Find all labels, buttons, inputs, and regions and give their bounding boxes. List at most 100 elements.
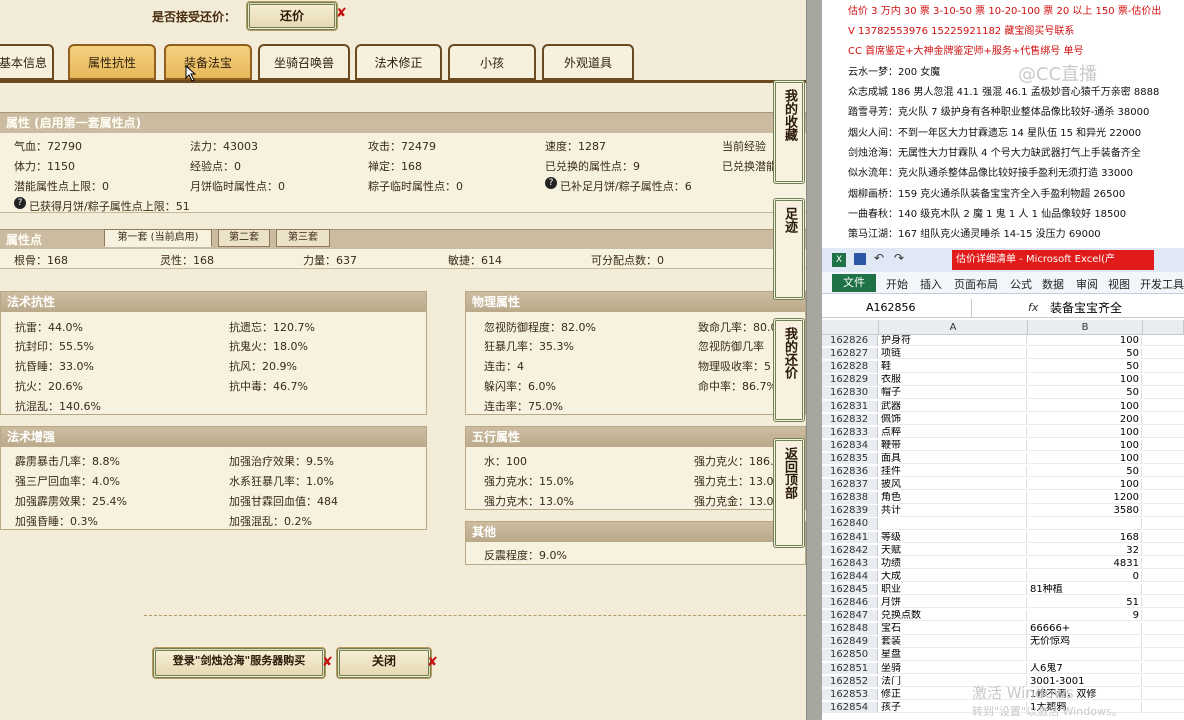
cell-c[interactable] [1143, 518, 1184, 530]
point-set-2-tab[interactable]: 第二套 [218, 229, 270, 247]
cell-a[interactable]: 鞭带 [879, 439, 1027, 452]
my-counter-offer-button[interactable]: 我的还价 [773, 318, 805, 422]
close-x-icon[interactable]: ✘ [322, 655, 333, 670]
row-number[interactable]: 162831 [822, 400, 878, 412]
table-row[interactable]: 162841 等级 168 [822, 531, 1184, 543]
cell-b[interactable]: 100 [1028, 479, 1142, 491]
row-number[interactable]: 162851 [822, 662, 878, 674]
cell-b[interactable]: 50 [1028, 361, 1142, 373]
cell-b[interactable]: 100 [1028, 452, 1142, 465]
cell-c[interactable] [1143, 387, 1184, 399]
cell-b[interactable]: 81种植 [1028, 583, 1142, 596]
cell-b[interactable]: 0 [1028, 570, 1142, 583]
cell-c[interactable] [1143, 571, 1184, 583]
cell-c[interactable] [1143, 649, 1184, 661]
cell-a[interactable]: 披风 [879, 479, 1027, 491]
tab-mount-summon[interactable]: 坐骑召唤兽 [258, 44, 350, 80]
row-number[interactable]: 162826 [822, 335, 878, 347]
formula-input[interactable]: 装备宝宝齐全 [1050, 299, 1184, 317]
point-set-3-tab[interactable]: 第三套 [276, 229, 330, 247]
cell-b[interactable]: 200 [1028, 413, 1142, 425]
counter-offer-button[interactable]: 还价 [247, 2, 337, 30]
spreadsheet-grid[interactable]: 162826 护身符 100 162827 项链 50 162828 鞋 50 162829 衣服 1… [822, 335, 1184, 720]
table-row[interactable]: 162830 帽子 50 [822, 387, 1184, 399]
cell-c[interactable] [1143, 348, 1184, 360]
cell-a[interactable]: 功绩 [879, 557, 1027, 570]
row-number[interactable]: 162846 [822, 597, 878, 609]
menu-formulas[interactable]: 公式 [1010, 276, 1032, 292]
cell-a[interactable]: 兑换点数 [879, 610, 1027, 622]
table-row[interactable]: 162837 披风 100 [822, 479, 1184, 491]
row-number[interactable]: 162842 [822, 544, 878, 556]
table-row[interactable]: 162836 挂件 50 [822, 466, 1184, 478]
row-number[interactable]: 162847 [822, 610, 878, 622]
row-number[interactable]: 162828 [822, 361, 878, 373]
row-number[interactable]: 162850 [822, 649, 878, 661]
table-row[interactable]: 162832 佩饰 200 [822, 413, 1184, 425]
cell-b[interactable]: 100 [1028, 374, 1142, 386]
cell-a[interactable]: 项链 [879, 348, 1027, 360]
my-favorites-button[interactable]: 我的收藏 [773, 80, 805, 184]
table-row[interactable]: 162845 职业 81种植 [822, 583, 1184, 596]
cell-c[interactable] [1143, 676, 1184, 687]
table-row[interactable]: 162827 项链 50 [822, 348, 1184, 360]
menu-insert[interactable]: 插入 [920, 276, 942, 292]
cell-b[interactable]: 51 [1028, 597, 1142, 609]
row-number[interactable]: 162827 [822, 348, 878, 360]
cell-a[interactable]: 鞋 [879, 361, 1027, 373]
menu-developer[interactable]: 开发工具 [1140, 276, 1184, 292]
tab-equipment[interactable]: 装备法宝 [164, 44, 252, 80]
file-tab[interactable]: 文件 [832, 274, 876, 292]
cell-a[interactable]: 武器 [879, 400, 1027, 412]
cell-c[interactable] [1143, 427, 1184, 439]
row-number[interactable]: 162852 [822, 675, 878, 687]
cell-c[interactable] [1143, 453, 1184, 465]
cell-c[interactable] [1143, 558, 1184, 570]
row-number[interactable]: 162835 [822, 452, 878, 465]
cell-b[interactable]: 100 [1028, 426, 1142, 439]
close-x-icon[interactable]: ✘ [336, 6, 347, 21]
cell-c[interactable] [1143, 479, 1184, 491]
row-number[interactable]: 162833 [822, 426, 878, 439]
cell-a[interactable]: 护身符 [879, 335, 1027, 347]
cell-b[interactable]: 4831 [1028, 557, 1142, 570]
table-row[interactable]: 162831 武器 100 [822, 400, 1184, 412]
cell-c[interactable] [1143, 505, 1184, 517]
cell-c[interactable] [1143, 597, 1184, 609]
column-a-header[interactable]: A [879, 320, 1028, 335]
help-icon[interactable]: ? [545, 177, 557, 189]
column-b-header[interactable]: B [1028, 320, 1143, 335]
cell-c[interactable] [1143, 689, 1184, 701]
table-row[interactable]: 162846 月饼 51 [822, 597, 1184, 609]
cell-a[interactable]: 衣服 [879, 374, 1027, 386]
back-to-top-button[interactable]: 返回顶部 [773, 438, 805, 548]
menu-data[interactable]: 数据 [1042, 276, 1064, 292]
row-number[interactable]: 162840 [822, 518, 878, 530]
corner-header[interactable] [822, 320, 879, 335]
point-set-1-tab[interactable]: 第一套 (当前启用) [104, 229, 212, 247]
cell-b[interactable] [1028, 518, 1142, 530]
cell-b[interactable] [1028, 649, 1142, 661]
menu-review[interactable]: 审阅 [1076, 276, 1098, 292]
table-row[interactable]: 162828 鞋 50 [822, 361, 1184, 373]
footprint-button[interactable]: 足迹 [773, 198, 805, 300]
cell-c[interactable] [1143, 610, 1184, 622]
cell-c[interactable] [1143, 584, 1184, 596]
save-icon[interactable] [854, 253, 866, 265]
table-row[interactable]: 162833 点粹 100 [822, 426, 1184, 439]
row-number[interactable]: 162829 [822, 374, 878, 386]
row-number[interactable]: 162830 [822, 387, 878, 399]
cell-b[interactable]: 100 [1028, 400, 1142, 412]
cell-c[interactable] [1143, 466, 1184, 478]
table-row[interactable]: 162834 鞭带 100 [822, 439, 1184, 452]
cell-a[interactable]: 挂件 [879, 466, 1027, 478]
fx-icon[interactable]: fx [1028, 301, 1038, 314]
table-row[interactable]: 162847 兑换点数 9 [822, 610, 1184, 622]
row-number[interactable]: 162848 [822, 623, 878, 635]
row-number[interactable]: 162836 [822, 466, 878, 478]
cell-a[interactable]: 角色 [879, 492, 1027, 504]
cell-b[interactable]: 人6鬼7 [1028, 662, 1142, 674]
cell-a[interactable]: 月饼 [879, 597, 1027, 609]
cell-b[interactable]: 无价惊鸡 [1028, 636, 1142, 648]
cell-b[interactable]: 50 [1028, 387, 1142, 399]
